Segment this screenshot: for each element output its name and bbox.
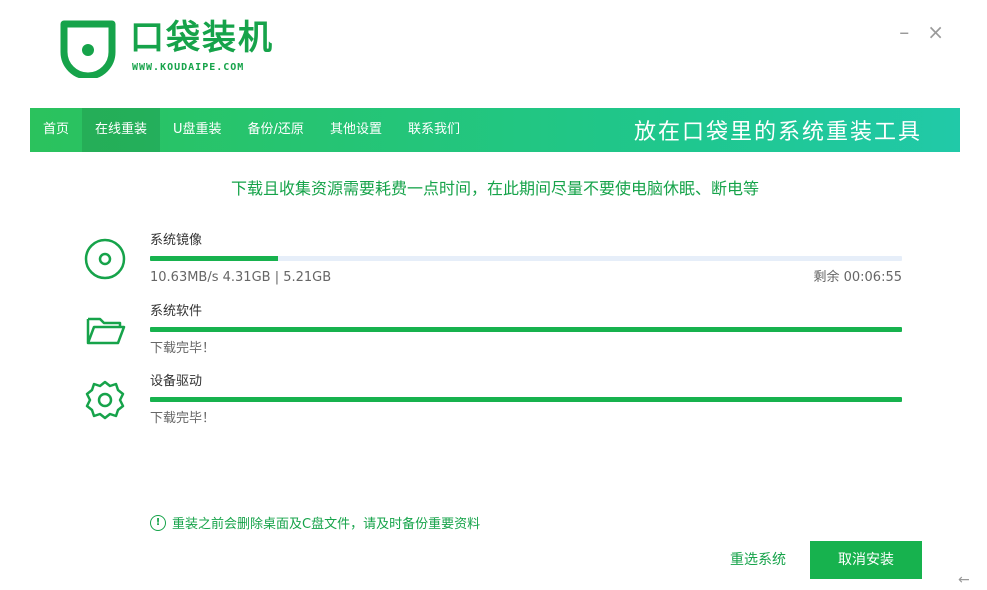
progress-track [150, 256, 902, 261]
progress-fill [150, 327, 902, 332]
installer-window: 口袋装机 WWW.KOUDAIPE.COM – × 首页 在线重装 U盘重装 备… [30, 0, 960, 588]
nav-slogan: 放在口袋里的系统重装工具 [633, 120, 922, 145]
download-status: 下载完毕！ [150, 411, 216, 426]
backup-warning: ! 重装之前会删除桌面及C盘文件，请及时备份重要资料 [150, 513, 480, 532]
disc-icon [84, 238, 126, 280]
nav-item-other-settings[interactable]: 其他设置 [317, 108, 395, 152]
window-controls: – × [899, 22, 944, 42]
download-status: 下载完毕！ [150, 341, 216, 356]
info-icon: ! [150, 514, 166, 531]
app-title: 口袋装机 [130, 18, 274, 58]
app-url: WWW.KOUDAIPE.COM [132, 62, 245, 73]
download-item-system-software: 系统软件 下载完毕！ [82, 303, 902, 365]
arrow-left-icon: ← [958, 572, 970, 588]
progress-fill [150, 256, 278, 261]
cancel-install-button[interactable]: 取消安装 [810, 541, 922, 579]
top-nav: 首页 在线重装 U盘重装 备份/还原 其他设置 联系我们 放在口袋里的系统重装工… [30, 108, 960, 152]
download-name: 设备驱动 [150, 374, 203, 389]
nav-item-online-reinstall[interactable]: 在线重装 [82, 108, 161, 152]
download-notice: 下载且收集资源需要耗费一点时间，在此期间尽量不要使电脑休眠、断电等 [230, 179, 759, 198]
warning-text: 重装之前会删除桌面及C盘文件，请及时备份重要资料 [172, 517, 481, 532]
download-name: 系统镜像 [150, 233, 203, 248]
nav-item-usb-reinstall[interactable]: U盘重装 [160, 108, 235, 152]
progress-fill [150, 397, 902, 402]
download-remaining: 剩余 00:06:55 [813, 270, 902, 285]
download-item-system-image: 系统镜像 10.63MB/s 4.31GB | 5.21GB 剩余 00:06:… [82, 232, 902, 294]
progress-track [150, 397, 902, 402]
reselect-system-button[interactable]: 重选系统 [720, 542, 796, 578]
nav-item-backup-restore[interactable]: 备份/还原 [235, 108, 317, 152]
minimize-icon[interactable]: – [899, 22, 909, 42]
progress-track [150, 327, 902, 332]
download-status: 10.63MB/s 4.31GB | 5.21GB [150, 270, 332, 285]
gear-icon [85, 380, 125, 420]
download-item-device-drivers: 设备驱动 下载完毕！ [82, 373, 902, 435]
folder-icon [86, 317, 126, 345]
logo-icon [60, 20, 116, 78]
download-name: 系统软件 [150, 304, 203, 319]
nav-item-contact[interactable]: 联系我们 [395, 108, 473, 152]
close-icon[interactable]: × [927, 22, 944, 42]
nav-item-home[interactable]: 首页 [30, 108, 82, 152]
